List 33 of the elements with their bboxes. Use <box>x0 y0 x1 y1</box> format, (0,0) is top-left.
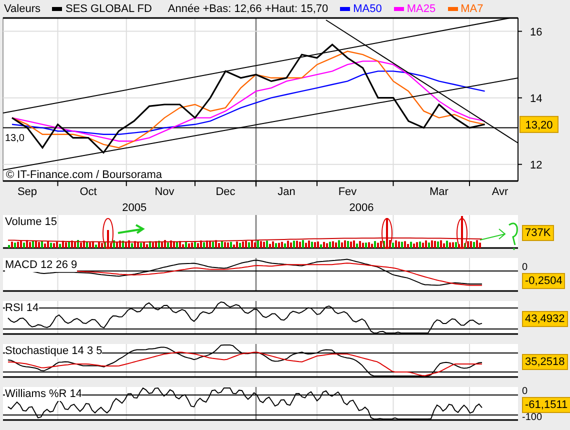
x-axis-label: Jan <box>278 186 296 198</box>
year-label: 2005 <box>122 202 147 213</box>
indicator-title: MACD 12 26 9 <box>5 259 78 272</box>
y-axis-label: 12 <box>530 159 542 172</box>
x-axis-label: Fev <box>338 186 357 198</box>
indicator-title: Stochastique 14 3 5 <box>5 345 102 358</box>
x-axis-label: Nov <box>154 186 174 198</box>
y-axis-label: 14 <box>530 92 542 105</box>
x-axis-label: Sep <box>17 186 38 198</box>
x-axis-label: Oct <box>80 186 97 198</box>
legend-label: MA25 <box>406 2 436 14</box>
current-price-badge: 13,20 <box>520 116 558 133</box>
indicator-value-badge: -0,2504 <box>522 272 566 288</box>
indicator-value-badge: 35,2518 <box>522 354 568 370</box>
price-range-text: Année +Bas: 12,66 +Haut: 15,70 <box>168 2 328 14</box>
indicator-value-badge: 737K <box>522 224 554 240</box>
legend-label: MA50 <box>353 2 382 14</box>
axis-label: 0 <box>522 386 528 396</box>
x-axis-label: Avr <box>492 186 508 198</box>
axis-label: 0 <box>522 262 528 272</box>
x-axis-label: Dec <box>216 186 236 198</box>
axis-label: -100 <box>522 412 542 422</box>
indicator-title: Williams %R 14 <box>5 388 82 401</box>
indicator-value-badge: -61,1511 <box>522 396 570 412</box>
indicator-value-badge: 43,4932 <box>522 310 568 326</box>
y-axis-label: 16 <box>530 26 542 38</box>
chart-label: Valeurs <box>4 2 40 14</box>
year-label: 2006 <box>349 202 374 213</box>
x-axis-label: Mar <box>430 186 448 198</box>
legend-label: MA7 <box>460 2 484 14</box>
legend-label: SES GLOBAL FD <box>65 2 152 14</box>
start-price-label: 13,0 <box>5 133 24 144</box>
copyright-text: © IT-Finance.com / Boursorama <box>6 169 162 181</box>
